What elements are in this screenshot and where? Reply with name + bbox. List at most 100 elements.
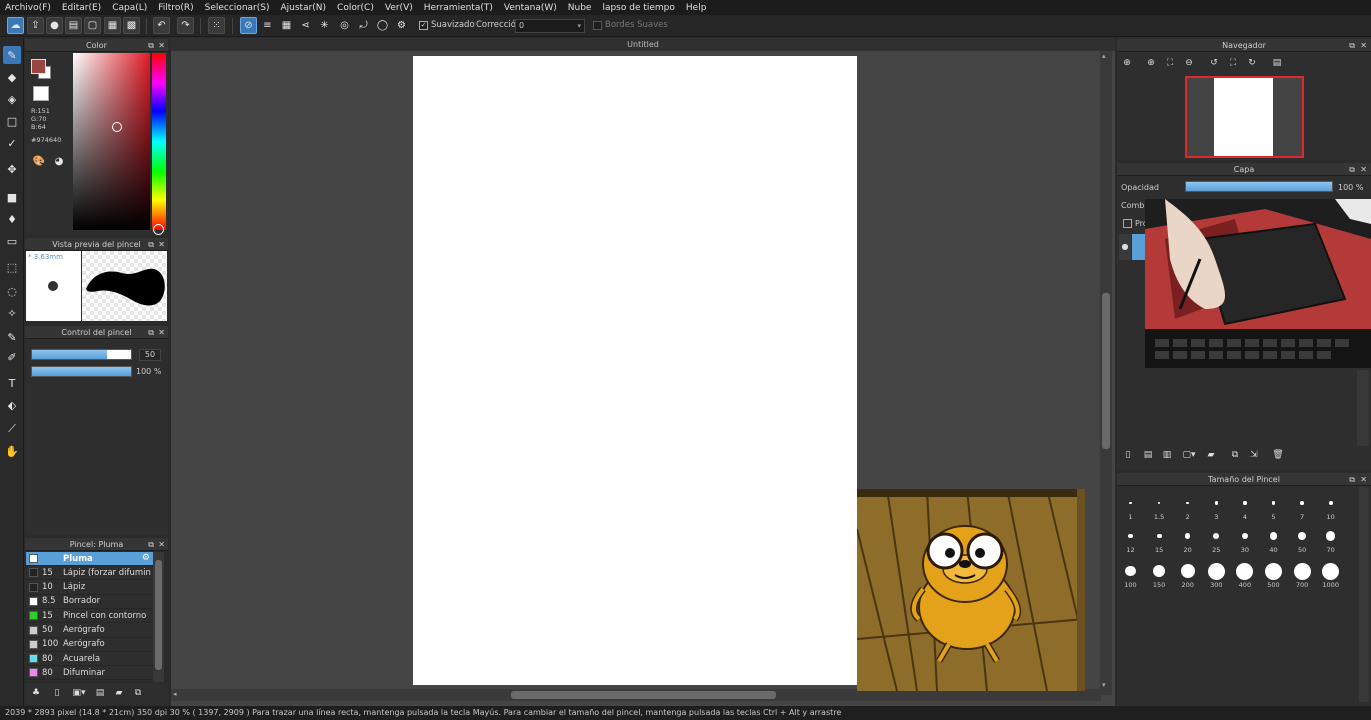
menu-item[interactable]: Ajustar(N) bbox=[275, 3, 332, 13]
hue-slider[interactable] bbox=[152, 53, 166, 230]
brush-list-item[interactable]: 50 Aerógrafo bbox=[26, 624, 153, 638]
gradient-icon[interactable]: ▭ bbox=[3, 232, 21, 250]
scroll-down-icon[interactable]: ▾ bbox=[1102, 681, 1106, 689]
smoothing-checkbox[interactable]: ✓ bbox=[419, 21, 428, 30]
eraser-icon[interactable]: ◆ bbox=[3, 68, 21, 86]
menu-item[interactable]: Editar(E) bbox=[57, 3, 107, 13]
brush-list-item[interactable]: 15 Lápiz (forzar difuminado) bbox=[26, 566, 153, 581]
brush-size-option[interactable]: 400 bbox=[1231, 562, 1258, 589]
brush-menu-icon[interactable]: ▣▾ bbox=[69, 686, 89, 700]
menu-item[interactable]: Ventana(W) bbox=[499, 3, 563, 13]
hue-cursor[interactable] bbox=[153, 224, 164, 235]
menu-item[interactable]: Seleccionar(S) bbox=[200, 3, 276, 13]
palette-icon[interactable]: 🎨 bbox=[31, 153, 47, 169]
flip-icon[interactable]: ⛶ bbox=[1226, 56, 1240, 70]
menu-item[interactable]: Herramienta(T) bbox=[419, 3, 499, 13]
add-brush-icon[interactable]: ♣ bbox=[29, 686, 43, 700]
brush-size-option[interactable]: 12 bbox=[1117, 527, 1144, 554]
new-layer-alt-icon[interactable]: ▤ bbox=[1141, 448, 1155, 462]
brush-size-option[interactable]: 300 bbox=[1203, 562, 1230, 589]
menu-item[interactable]: Filtro(R) bbox=[153, 3, 199, 13]
snap-ellipse-icon[interactable]: ◯ bbox=[374, 17, 391, 34]
snap-radial-icon[interactable]: ✳ bbox=[316, 17, 333, 34]
undock-icon[interactable]: ⧉ bbox=[1349, 473, 1355, 486]
brush-size-option[interactable]: 15 bbox=[1146, 527, 1173, 554]
close-icon[interactable]: ✕ bbox=[158, 538, 165, 551]
speech-bubble-icon[interactable]: ● bbox=[46, 17, 63, 34]
square-fill-icon[interactable]: ■ bbox=[3, 188, 21, 206]
undock-icon[interactable]: ⧉ bbox=[1349, 163, 1355, 176]
menu-item[interactable]: Capa(L) bbox=[107, 3, 153, 13]
new-brush-icon[interactable]: ▯ bbox=[50, 686, 64, 700]
gear-icon[interactable]: ⚙ bbox=[142, 553, 150, 563]
picker-cursor[interactable] bbox=[112, 122, 122, 132]
select-eraser-icon[interactable]: ✐ bbox=[3, 348, 21, 366]
brush-size-option[interactable]: 70 bbox=[1317, 527, 1344, 554]
divide-icon[interactable]: ⬖ bbox=[3, 396, 21, 414]
layer-scrollbar[interactable] bbox=[1357, 370, 1369, 446]
menu-item[interactable]: Color(C) bbox=[332, 3, 380, 13]
merge-layer-icon[interactable]: ⇲ bbox=[1247, 448, 1261, 462]
brush-size-option[interactable]: 150 bbox=[1146, 562, 1173, 589]
soft-edges-checkbox[interactable] bbox=[593, 21, 602, 30]
text-icon[interactable]: T bbox=[3, 374, 21, 392]
brush-list-item[interactable]: 8.5 Borrador bbox=[26, 595, 153, 609]
brush-size-option[interactable]: 500 bbox=[1260, 562, 1287, 589]
fill-eraser-icon[interactable]: ◈ bbox=[3, 90, 21, 108]
correction-select[interactable]: 0 ▾ bbox=[515, 19, 585, 33]
zoom-out-icon[interactable]: ⊖ bbox=[1182, 56, 1196, 70]
layer-folder-icon[interactable]: ▰ bbox=[1204, 448, 1218, 462]
close-icon[interactable]: ✕ bbox=[158, 39, 165, 52]
rotate-right-icon[interactable]: ↻ bbox=[1245, 56, 1259, 70]
brush-size-option[interactable]: 1.5 bbox=[1146, 494, 1173, 521]
brush-size-scrollbar[interactable] bbox=[1359, 487, 1369, 702]
close-icon[interactable]: ✕ bbox=[1360, 473, 1367, 486]
magic-wand-icon[interactable]: ✧ bbox=[3, 304, 21, 322]
export-icon[interactable]: ⇪ bbox=[27, 17, 44, 34]
snap-dots-icon[interactable]: ⁙ bbox=[208, 17, 225, 34]
brush-folder-icon[interactable]: ▰ bbox=[112, 686, 126, 700]
snap-settings-icon[interactable]: ⚙ bbox=[393, 17, 410, 34]
brush-size-option[interactable]: 3 bbox=[1203, 494, 1230, 521]
brush-size-option[interactable]: 100 bbox=[1117, 562, 1144, 589]
new-layer-icon[interactable]: ▯ bbox=[1121, 448, 1135, 462]
snap-concentric-icon[interactable]: ◎ bbox=[336, 17, 353, 34]
brush-size-slider[interactable] bbox=[31, 349, 132, 360]
brush-list-scrollbar[interactable] bbox=[153, 552, 164, 682]
scroll-left-icon[interactable]: ◂ bbox=[173, 690, 177, 698]
fit-window-icon[interactable]: ⛶ bbox=[1163, 56, 1177, 70]
brush-size-option[interactable]: 30 bbox=[1231, 527, 1258, 554]
brush-size-option[interactable]: 7 bbox=[1289, 494, 1316, 521]
brush-size-option[interactable]: 20 bbox=[1174, 527, 1201, 554]
brush-list-item[interactable]: 80 Difuminar bbox=[26, 666, 153, 681]
brush-size-option[interactable]: 200 bbox=[1174, 562, 1201, 589]
brush-settings-icon[interactable]: ▤ bbox=[93, 686, 107, 700]
brush-list-item[interactable]: 80 Acuarela bbox=[26, 652, 153, 667]
rectangle-icon[interactable]: □ bbox=[3, 112, 21, 130]
brush-size-option[interactable]: 1000 bbox=[1317, 562, 1344, 589]
brush-size-option[interactable]: 25 bbox=[1203, 527, 1230, 554]
eyedropper-icon[interactable]: ⟋ bbox=[3, 420, 21, 438]
undock-icon[interactable]: ⧉ bbox=[148, 326, 154, 339]
brush-size-option[interactable]: 1 bbox=[1117, 494, 1144, 521]
bucket-icon[interactable]: ♦ bbox=[3, 210, 21, 228]
menu-item[interactable]: Archivo(F) bbox=[0, 3, 57, 13]
saturation-value-picker[interactable] bbox=[73, 53, 150, 230]
duplicate-layer-icon[interactable]: ⧉ bbox=[1228, 448, 1242, 462]
menu-item[interactable]: lapso de tiempo bbox=[597, 3, 680, 13]
brush-opacity-slider[interactable] bbox=[31, 366, 132, 377]
snap-vanish-icon[interactable]: ⋖ bbox=[297, 17, 314, 34]
brush-copy-icon[interactable]: ⧉ bbox=[131, 686, 145, 700]
material-icon[interactable]: ▩ bbox=[123, 17, 140, 34]
pen-icon[interactable]: ✎ bbox=[3, 46, 21, 64]
hand-icon[interactable]: ✋ bbox=[3, 442, 21, 460]
page-icon[interactable]: ▢ bbox=[84, 17, 101, 34]
new-layer-halftone-icon[interactable]: ▥ bbox=[1160, 448, 1174, 462]
zoom-fit-icon[interactable]: ⊕ bbox=[1120, 56, 1134, 70]
undock-icon[interactable]: ⧉ bbox=[148, 538, 154, 551]
lasso-icon[interactable]: ◌ bbox=[3, 282, 21, 300]
close-icon[interactable]: ✕ bbox=[1360, 163, 1367, 176]
document-tab[interactable]: Untitled bbox=[171, 38, 1115, 51]
move-icon[interactable]: ✥ bbox=[3, 160, 21, 178]
brush-check-icon[interactable]: ✓ bbox=[3, 134, 21, 152]
